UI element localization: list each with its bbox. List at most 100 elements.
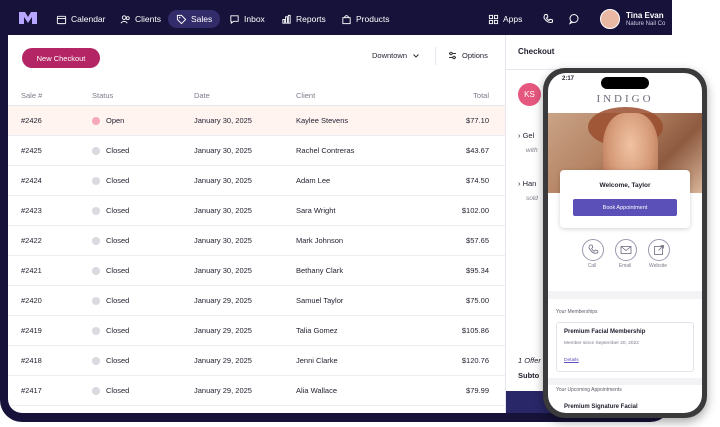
sale-date: January 29, 2025 xyxy=(194,296,252,305)
avatar xyxy=(600,9,620,29)
message-icon[interactable] xyxy=(568,13,580,25)
sale-total: $74.50 xyxy=(466,176,489,185)
nav-reports[interactable]: Reports xyxy=(273,10,334,28)
appointment-title[interactable]: Premium Signature Facial xyxy=(564,404,638,410)
nav-sales[interactable]: Sales xyxy=(168,10,221,28)
table-row[interactable]: #2418 January 29, 2025 Jenni Clarke $120.76… xyxy=(8,346,505,376)
new-checkout-button[interactable]: New Checkout xyxy=(22,48,100,68)
call-button[interactable] xyxy=(582,239,604,261)
col-total[interactable]: Total xyxy=(473,91,489,100)
col-sale[interactable]: Sale # xyxy=(21,91,42,100)
col-client[interactable]: Client xyxy=(296,91,315,100)
calendar-icon xyxy=(56,15,67,24)
dynamic-island xyxy=(601,77,649,89)
checkout-item-2-label: Han xyxy=(522,179,537,188)
client-name: Bethany Clark xyxy=(296,266,344,275)
status-dot-icon xyxy=(92,146,100,155)
status-dot-icon xyxy=(92,326,100,335)
sale-number: #2419 xyxy=(21,326,42,335)
users-icon xyxy=(120,14,130,23)
sale-total: $102.00 xyxy=(461,206,489,215)
table-row[interactable]: #2417 January 29, 2025 Alia Wallace $79.99 C… xyxy=(8,376,505,406)
checkout-item-2[interactable]: › Han xyxy=(518,179,536,188)
phone-icon[interactable] xyxy=(542,13,554,25)
status-label: Closed xyxy=(106,266,130,275)
welcome-text: Welcome, Taylor xyxy=(599,182,651,189)
appointments-heading: Your Upcoming Appointments xyxy=(556,387,622,393)
checkout-item-1-label: Gel xyxy=(522,131,535,140)
sale-date: January 29, 2025 xyxy=(194,386,252,395)
sale-number: #2420 xyxy=(21,296,42,305)
app-logo-icon[interactable] xyxy=(19,12,37,24)
table-row[interactable]: #2421 January 30, 2025 Bethany Clark $95.34… xyxy=(8,256,505,286)
location-dropdown[interactable]: Downtown xyxy=(372,51,420,60)
sale-total: $57.65 xyxy=(466,236,489,245)
status-time: 2:17 xyxy=(562,76,575,82)
welcome-card: Welcome, Taylor Book Appointment xyxy=(560,170,690,228)
offer-count: 1 Offer xyxy=(518,356,541,365)
sale-number: #2418 xyxy=(21,356,42,365)
sale-total: $105.86 xyxy=(461,326,489,335)
details-link[interactable]: Details xyxy=(564,358,579,363)
table-row[interactable]: #2424 January 30, 2025 Adam Lee $74.50 Close… xyxy=(8,166,505,196)
section-divider xyxy=(548,378,702,385)
nav-calendar[interactable]: Calendar xyxy=(48,10,114,28)
phone-mockup: 2:17 INDIGO Welcome, Taylor Book Appoint… xyxy=(543,68,707,418)
status-dot-icon xyxy=(92,296,100,305)
phone-screen: 2:17 INDIGO Welcome, Taylor Book Appoint… xyxy=(548,73,702,413)
status-label: Closed xyxy=(106,146,130,155)
col-status[interactable]: Status xyxy=(92,91,113,100)
status-label: Closed xyxy=(106,176,130,185)
sliders-icon xyxy=(449,51,456,60)
email-button[interactable] xyxy=(615,239,637,261)
nav-products[interactable]: Products xyxy=(333,10,398,28)
col-date[interactable]: Date xyxy=(194,91,210,100)
client-name: Jenni Clarke xyxy=(296,356,338,365)
checkout-item-1[interactable]: › Gel xyxy=(518,131,534,140)
status-dot-icon xyxy=(92,386,100,395)
sale-number: #2421 xyxy=(21,266,42,275)
book-appointment-button[interactable]: Book Appointment xyxy=(573,199,677,216)
nav-clients[interactable]: Clients xyxy=(112,10,169,28)
sale-total: $95.34 xyxy=(466,266,489,275)
sale-total: $120.76 xyxy=(461,356,489,365)
table-row[interactable]: #2426 January 30, 2025 Kaylee Stevens $77.1… xyxy=(8,106,505,136)
membership-title: Premium Facial Membership xyxy=(564,329,646,335)
bag-icon xyxy=(342,14,351,24)
phone-icon xyxy=(588,244,599,254)
status-badge: Closed xyxy=(92,296,129,305)
status-label: Closed xyxy=(106,356,130,365)
status-badge: Closed xyxy=(92,356,129,365)
nav-apps[interactable]: Apps xyxy=(480,10,530,28)
client-avatar[interactable]: KS xyxy=(518,83,541,106)
top-nav: Calendar Clients Sales Inbox Reports Pro… xyxy=(0,0,672,35)
toolbar-divider xyxy=(435,47,436,65)
external-link-icon xyxy=(654,245,664,255)
nav-inbox[interactable]: Inbox xyxy=(221,10,273,28)
sale-number: #2424 xyxy=(21,176,42,185)
status-badge: Open xyxy=(92,116,124,125)
sales-table: Sale # Status Date Client Total #2426 Jan… xyxy=(8,85,505,406)
user-menu[interactable]: Tina Evan Nature Nail Co xyxy=(600,9,665,29)
options-button[interactable]: Options xyxy=(448,51,488,60)
membership-card[interactable]: Premium Facial Membership Member since S… xyxy=(556,322,694,372)
status-badge: Closed xyxy=(92,176,129,185)
status-label: Closed xyxy=(106,326,130,335)
membership-since: Member since September 20, 2022 xyxy=(564,341,639,346)
sale-total: $75.00 xyxy=(466,296,489,305)
table-row[interactable]: #2420 January 29, 2025 Samuel Taylor $75.00… xyxy=(8,286,505,316)
status-badge: Closed xyxy=(92,386,129,395)
table-row[interactable]: #2419 January 29, 2025 Talia Gomez $105.86 C… xyxy=(8,316,505,346)
website-button[interactable] xyxy=(648,239,670,261)
location-label: Downtown xyxy=(372,51,408,60)
user-business: Nature Nail Co xyxy=(626,21,666,27)
status-label: Closed xyxy=(106,206,130,215)
table-row[interactable]: #2423 January 30, 2025 Sara Wright $102.00 C… xyxy=(8,196,505,226)
grid-icon xyxy=(488,14,499,24)
table-row[interactable]: #2422 January 30, 2025 Mark Johnson $57.65 C… xyxy=(8,226,505,256)
checkout-item-2-sub: sold xyxy=(526,195,538,202)
tag-icon xyxy=(176,14,187,24)
sale-number: #2426 xyxy=(21,116,42,125)
table-row[interactable]: #2425 January 30, 2025 Rachel Contreras $43… xyxy=(8,136,505,166)
sale-date: January 30, 2025 xyxy=(194,236,252,245)
